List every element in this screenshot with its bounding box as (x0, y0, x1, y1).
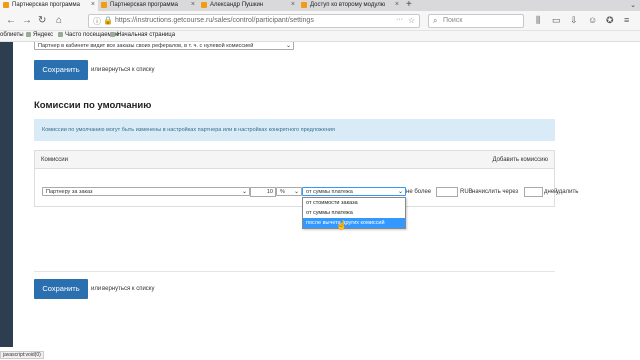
chevron-down-icon: ⌄ (293, 189, 299, 195)
search-icon: ⌕ (433, 16, 438, 25)
select-value: от суммы платежа (306, 189, 353, 195)
yandex-icon (26, 32, 31, 37)
save-button-bottom[interactable]: Сохранить (34, 279, 88, 299)
commission-type-select[interactable]: Партнеру за заказ ⌄ (42, 187, 250, 196)
add-commission-link[interactable]: Добавить комиссию (492, 157, 548, 163)
close-tab-icon[interactable]: × (291, 1, 295, 8)
info-alert: Комиссии по умолчанию могут быть изменен… (34, 119, 555, 141)
commissions-panel: Комиссии Добавить комиссию (34, 150, 555, 207)
search-box[interactable]: ⌕ Поиск (428, 14, 524, 28)
panel-header: Комиссии Добавить комиссию (35, 151, 554, 169)
bookmark-item[interactable]: облиеты (0, 32, 24, 38)
currency-label: RUB (460, 189, 473, 195)
chevron-down-icon: ⌄ (285, 43, 291, 49)
mouse-pointer-icon: ☝ (336, 220, 348, 230)
divider (34, 271, 555, 272)
status-bar: javascript:void(0) (0, 347, 640, 360)
close-tab-icon[interactable]: × (191, 1, 195, 8)
back-to-list-link-top[interactable]: вернуться к списку (102, 67, 154, 73)
browser-tab-partner-program-2[interactable]: Партнерская программа × (98, 0, 198, 11)
download-icon[interactable]: ⇩ (570, 15, 578, 26)
menu-icon[interactable]: ≡ (624, 15, 629, 25)
select-value: Партнеру за заказ (46, 189, 93, 195)
max-amount-input[interactable] (436, 187, 458, 197)
forward-arrow-icon[interactable]: → (22, 15, 32, 26)
close-tab-icon[interactable]: × (395, 1, 399, 8)
bookmark-item-start-page[interactable]: Начальная страница (110, 32, 175, 38)
site-favicon-icon (201, 2, 207, 8)
tab-list-chevron-icon[interactable]: ⌄ (630, 1, 636, 9)
site-favicon-icon (301, 2, 307, 8)
browser-tab-pushkin[interactable]: Александр Пушкин × (198, 0, 298, 11)
sync-icon[interactable]: ☺ (588, 15, 597, 25)
search-placeholder: Поиск (443, 17, 463, 24)
chevron-down-icon: ⌄ (397, 189, 403, 195)
page-content: Партнер в кабинете видит все заказы свои… (13, 42, 640, 347)
days-input[interactable] (524, 187, 543, 197)
or-text: или (91, 286, 102, 292)
browser-tab-label: Александр Пушкин (210, 2, 264, 8)
dropdown-option-selected[interactable]: после вычета других комиссий (303, 218, 405, 228)
bookmarks-bar: облиеты Яндекс Часто посещаемые Начальна… (0, 31, 640, 42)
back-arrow-icon[interactable]: ← (6, 15, 16, 26)
commission-unit-select[interactable]: % ⌄ (276, 187, 302, 196)
not-more-label: не более (406, 189, 432, 195)
commission-base-select[interactable]: от суммы платежа ⌄ (302, 187, 406, 196)
address-bar[interactable]: ⓘ 🔒 https://instructions.getcourse.ru/sa… (88, 14, 420, 28)
lock-icon[interactable]: 🔒 (103, 16, 113, 25)
browser-nav-bar: ← → ↻ ⌂ ⓘ 🔒 https://instructions.getcour… (0, 11, 640, 31)
delete-commission-link[interactable]: удалить (556, 189, 578, 195)
page-title: Комиссии по умолчанию (34, 100, 152, 111)
status-text: javascript:void(0) (0, 351, 44, 359)
select-value: % (280, 189, 285, 195)
close-tab-icon[interactable]: × (91, 1, 95, 8)
select-value: Партнер в кабинете видит все заказы свои… (38, 43, 254, 49)
reader-view-icon[interactable]: ▭ (552, 15, 561, 26)
url-text[interactable]: https://instructions.getcourse.ru/sales/… (115, 17, 314, 24)
or-text: или (91, 67, 102, 73)
browser-tab-partner-program[interactable]: Партнерская программа × (0, 0, 98, 11)
browser-tab-label: Партнерская программа (12, 2, 80, 8)
dropdown-option[interactable]: от стоимости заказа (303, 198, 405, 208)
info-icon[interactable]: ⓘ (93, 16, 101, 27)
bookmark-item-yandex[interactable]: Яндекс (26, 32, 53, 38)
bookmark-star-icon[interactable]: ☆ (408, 16, 415, 25)
reload-icon[interactable]: ↻ (38, 15, 46, 26)
browser-tab-module-access[interactable]: Доступ ко второму модулю × (298, 0, 402, 11)
dropdown-option[interactable]: от суммы платежа (303, 208, 405, 218)
site-favicon-icon (101, 2, 107, 8)
save-button-top[interactable]: Сохранить (34, 60, 88, 80)
page-actions-icon[interactable]: ··· (396, 16, 403, 23)
extension-icon[interactable]: ✪ (606, 15, 614, 26)
library-icon[interactable]: ⫼ (536, 15, 540, 26)
app-sidebar (0, 42, 13, 347)
page-icon (110, 32, 115, 37)
new-tab-button[interactable]: + (406, 0, 412, 10)
chevron-down-icon: ⌄ (241, 189, 247, 195)
accrue-after-label: начислить через (472, 189, 519, 195)
referral-visibility-select[interactable]: Партнер в кабинете видит все заказы свои… (34, 42, 294, 50)
panel-title: Комиссии (41, 157, 69, 163)
home-icon[interactable]: ⌂ (56, 15, 62, 26)
back-to-list-link-bottom[interactable]: вернуться к списку (102, 286, 154, 292)
browser-tab-label: Доступ ко второму модулю (310, 2, 386, 8)
commission-base-dropdown: от стоимости заказа от суммы платежа пос… (302, 197, 406, 229)
gear-icon (58, 32, 63, 37)
browser-tab-bar: Партнерская программа × Партнерская прог… (0, 0, 640, 11)
site-favicon-icon (3, 2, 9, 8)
browser-tab-label: Партнерская программа (110, 2, 178, 8)
commission-amount-input[interactable]: 10 (250, 187, 276, 197)
